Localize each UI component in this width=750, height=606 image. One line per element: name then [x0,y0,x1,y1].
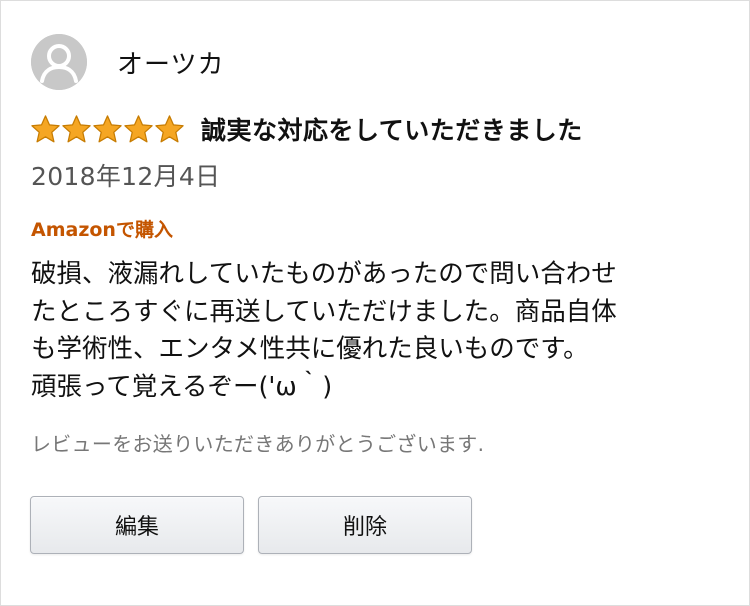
star-icon [155,115,184,143]
delete-button[interactable]: 削除 [258,496,472,554]
verified-purchase-badge: Amazonで購入 [31,219,173,241]
star-icon [62,115,91,143]
star-rating [30,114,185,144]
star-icon [93,115,122,143]
review-title-row: 誠実な対応をしていただきました [30,109,583,149]
user-avatar-icon [31,34,87,90]
review-card: オーツカ 誠実な対応をしていただきました 2018年12月4日 Amazonで購… [0,0,750,606]
review-body: 破損、液漏れしていたものがあったので問い合わせ たところすぐに再送していただけま… [31,259,617,402]
reviewer-profile: オーツカ [31,34,224,90]
review-date: 2018年12月4日 [31,162,221,191]
star-icon [124,115,153,143]
thanks-message: レビューをお送りいただきありがとうございます. [31,432,485,456]
reviewer-name: オーツカ [117,49,225,80]
review-title: 誠実な対応をしていただきました [201,116,583,145]
edit-button[interactable]: 編集 [30,496,244,554]
star-icon [31,115,60,143]
